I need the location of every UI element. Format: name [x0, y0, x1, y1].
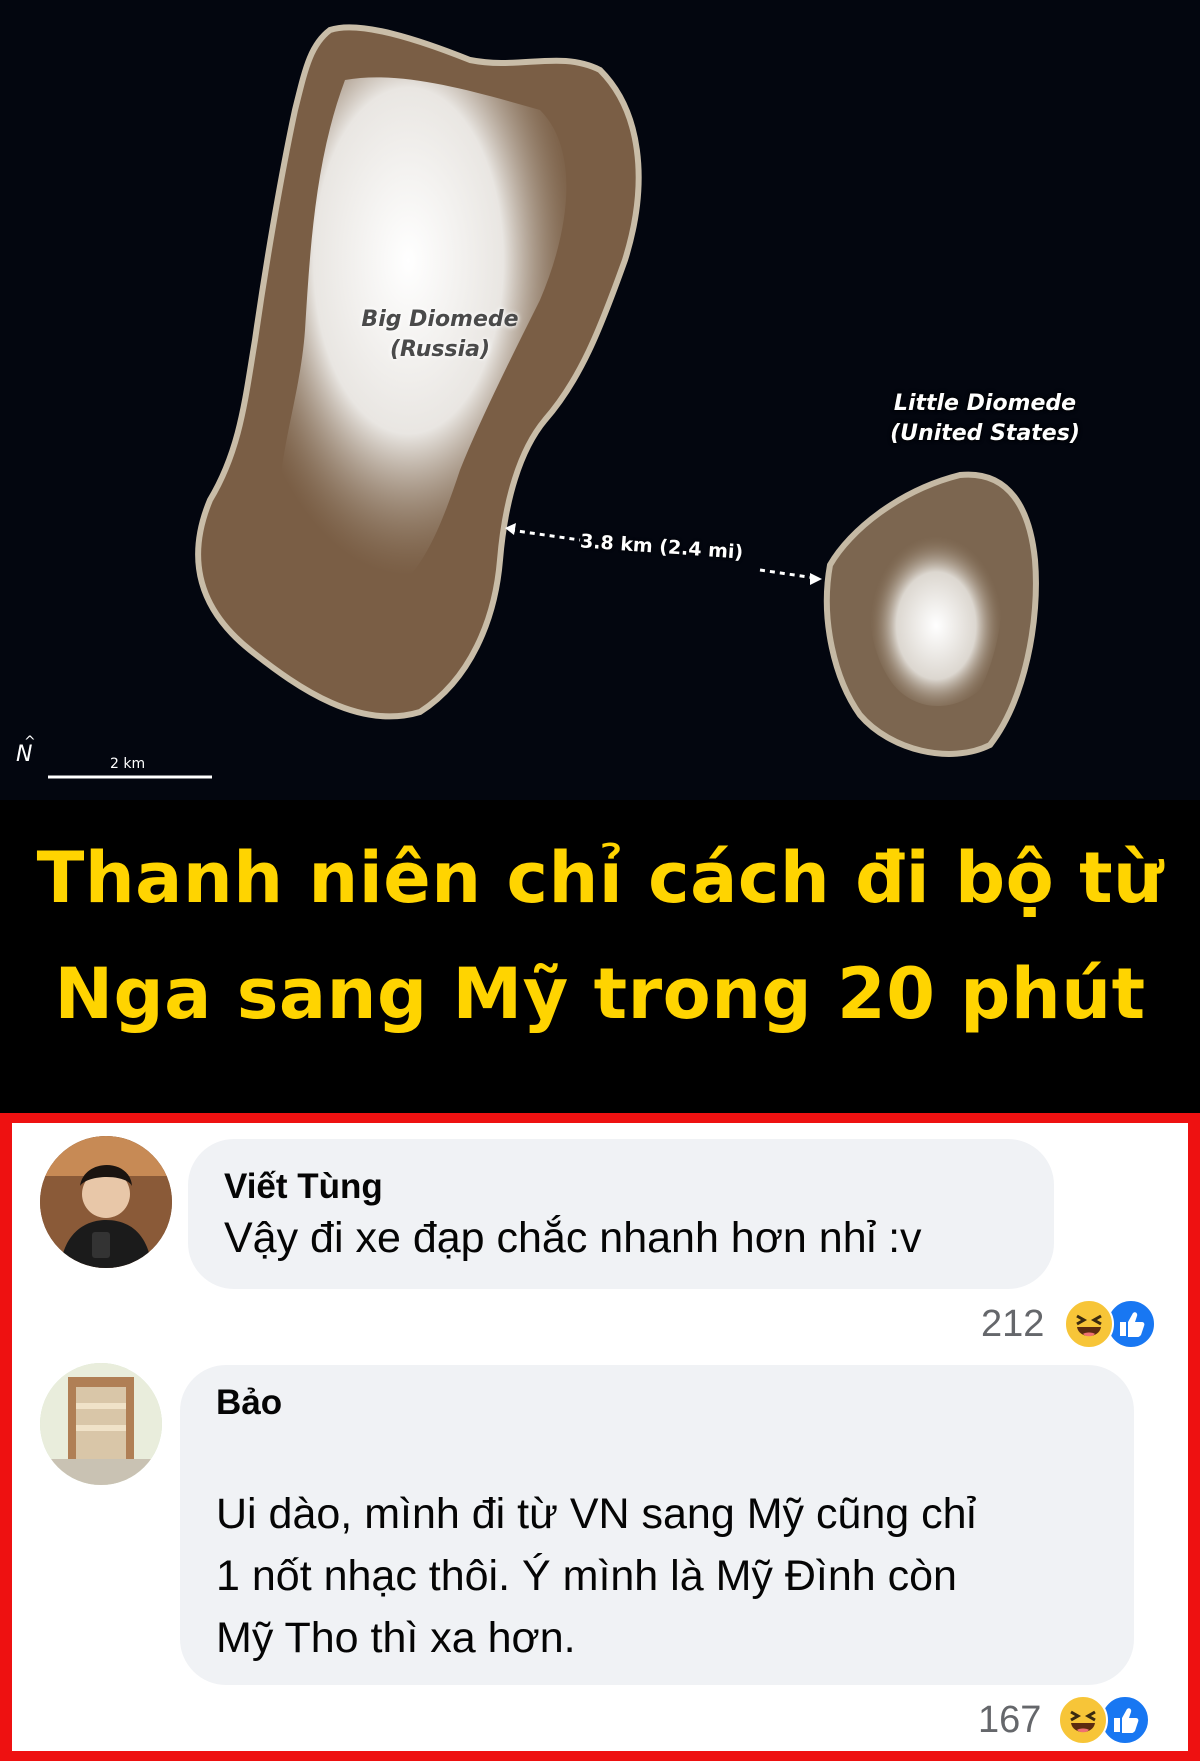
- reaction-count[interactable]: 167: [978, 1699, 1041, 1742]
- big-diomede-label: Big Diomede (Russia): [330, 305, 550, 365]
- little-diomede-name: Little Diomede: [893, 391, 1077, 416]
- reaction-count[interactable]: 212: [981, 1303, 1044, 1346]
- big-diomede-name: Big Diomede: [361, 307, 519, 332]
- comments-list: Viết Tùng Vậy đi xe đạp chắc nhanh hơn n…: [12, 1123, 1188, 1751]
- little-diomede-label: Little Diomede (United States): [870, 389, 1100, 449]
- headline-line-1: Thanh niên chỉ cách đi bộ từ: [36, 837, 1164, 919]
- comment-author[interactable]: Bảo: [216, 1383, 282, 1423]
- haha-icon: [1058, 1695, 1108, 1745]
- headline: Thanh niên chỉ cách đi bộ từ Nga sang Mỹ…: [0, 820, 1200, 1052]
- north-symbol: N: [16, 742, 33, 767]
- reaction-icons[interactable]: [1064, 1299, 1164, 1351]
- little-diomede-country: (United States): [890, 421, 1080, 446]
- meme-post: Big Diomede (Russia) Little Diomede (Uni…: [0, 0, 1200, 1761]
- avatar[interactable]: [40, 1136, 172, 1268]
- big-diomede-country: (Russia): [389, 337, 491, 362]
- scale-label: 2 km: [110, 756, 146, 772]
- comment-author[interactable]: Viết Tùng: [224, 1167, 383, 1207]
- comment-text-line: Ui dào, mình đi từ VN sang Mỹ cũng chỉ: [216, 1490, 977, 1538]
- satellite-image: Big Diomede (Russia) Little Diomede (Uni…: [0, 0, 1200, 800]
- comment-text-line: Vậy đi xe đạp chắc nhanh hơn nhỉ :v: [224, 1214, 922, 1262]
- comment-text-line: Mỹ Tho thì xa hơn.: [216, 1614, 576, 1662]
- haha-icon: [1064, 1299, 1114, 1349]
- headline-line-2: Nga sang Mỹ trong 20 phút: [54, 953, 1146, 1035]
- comment-text-line: 1 nốt nhạc thôi. Ý mình là Mỹ Đình còn: [216, 1552, 957, 1600]
- comment-text: Vậy đi xe đạp chắc nhanh hơn nhỉ :v: [224, 1207, 922, 1269]
- comments-frame: Viết Tùng Vậy đi xe đạp chắc nhanh hơn n…: [0, 1113, 1200, 1761]
- reaction-icons[interactable]: [1058, 1695, 1158, 1747]
- avatar[interactable]: [40, 1363, 162, 1485]
- comment-text: Ui dào, mình đi từ VN sang Mỹ cũng chỉ 1…: [216, 1483, 976, 1669]
